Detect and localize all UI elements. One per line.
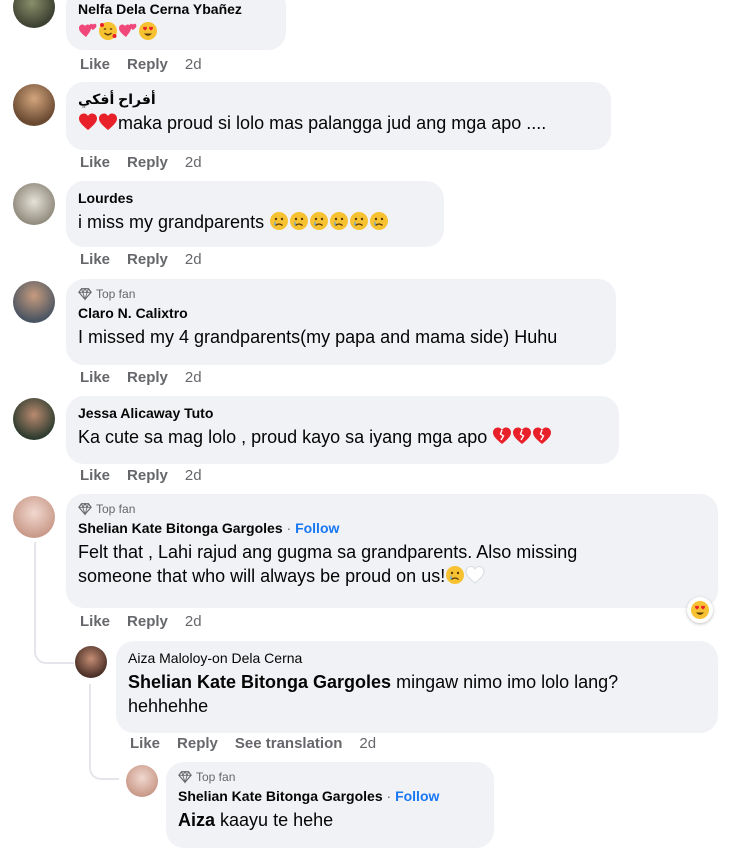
thread-connector [89, 752, 119, 780]
care-reaction-icon [690, 600, 710, 620]
like-button[interactable]: Like [80, 369, 110, 386]
reply-button[interactable]: Reply [127, 369, 168, 386]
see-translation-button[interactable]: See translation [235, 735, 343, 752]
top-fan-badge: Top fan [78, 287, 604, 301]
mending-heart-icon [512, 426, 532, 446]
avatar[interactable] [13, 183, 55, 225]
heart-eyes-icon [138, 21, 158, 41]
mention-link[interactable]: Shelian Kate Bitonga Gargoles [128, 672, 391, 692]
comment-text: Shelian Kate Bitonga Gargoles mingaw nim… [128, 672, 619, 716]
red-heart-icon [78, 112, 98, 132]
avatar[interactable] [13, 281, 55, 323]
crying-face-icon [369, 211, 389, 231]
comment-actions: Like Reply See translation 2d [130, 735, 376, 752]
comment-author[interactable]: Jessa Alicaway Tuto [78, 404, 607, 422]
comment-time[interactable]: 2d [185, 154, 202, 171]
comment-bubble: Aiza Maloloy-on Dela Cerna Shelian Kate … [116, 641, 718, 733]
comment-actions: Like Reply 2d [80, 251, 202, 268]
comment-bubble: Lourdes i miss my grandparents [66, 181, 444, 247]
comment-text [78, 20, 274, 44]
comment-author-line: Shelian Kate Bitonga Gargoles · Follow [78, 520, 340, 536]
comment-text: Ka cute sa mag lolo , proud kayo sa iyan… [78, 425, 607, 449]
white-heart-icon [465, 565, 485, 585]
like-button[interactable]: Like [80, 613, 110, 630]
reply-button[interactable]: Reply [127, 56, 168, 73]
comment-text: I missed my 4 grandparents(my papa and m… [78, 327, 558, 347]
reply-button[interactable]: Reply [127, 154, 168, 171]
avatar[interactable] [13, 496, 55, 538]
smiling-hearts-icon [98, 21, 118, 41]
two-hearts-icon [78, 21, 98, 41]
like-button[interactable]: Like [80, 251, 110, 268]
avatar[interactable] [13, 0, 55, 28]
like-button[interactable]: Like [130, 735, 160, 752]
thread-line [34, 542, 36, 637]
comment-actions: Like Reply 2d [80, 467, 202, 484]
thread-connector [34, 636, 74, 664]
diamond-icon [78, 502, 92, 516]
comment-author[interactable]: أفراح أفكي [78, 90, 599, 108]
top-fan-badge: Top fan [78, 502, 706, 516]
diamond-icon [78, 287, 92, 301]
crying-face-icon [349, 211, 369, 231]
diamond-icon [178, 770, 192, 784]
mending-heart-icon [532, 426, 552, 446]
comment-author[interactable]: Claro N. Calixtro [78, 304, 604, 322]
avatar[interactable] [13, 84, 55, 126]
two-hearts-icon [118, 21, 138, 41]
comment-actions: Like Reply 2d [80, 613, 202, 630]
reply-button[interactable]: Reply [127, 251, 168, 268]
mending-heart-icon [492, 426, 512, 446]
comment-time[interactable]: 2d [185, 613, 202, 630]
comment-actions: Like Reply 2d [80, 56, 202, 73]
comment-bubble: أفراح أفكي maka proud si lolo mas palang… [66, 82, 611, 150]
comment-author[interactable]: Shelian Kate Bitonga Gargoles [78, 520, 283, 536]
like-button[interactable]: Like [80, 467, 110, 484]
comment-time[interactable]: 2d [185, 56, 202, 73]
like-button[interactable]: Like [80, 56, 110, 73]
comment-time[interactable]: 2d [185, 369, 202, 386]
thread-line [89, 684, 91, 754]
avatar[interactable] [75, 646, 107, 678]
avatar[interactable] [126, 765, 158, 797]
follow-button[interactable]: Follow [395, 788, 439, 804]
comment-bubble: Top fan Shelian Kate Bitonga Gargoles · … [66, 494, 718, 608]
comment-bubble: Top fan Claro N. Calixtro I missed my 4 … [66, 279, 616, 365]
follow-button[interactable]: Follow [295, 520, 339, 536]
reply-button[interactable]: Reply [127, 467, 168, 484]
comment-time[interactable]: 2d [185, 251, 202, 268]
crying-face-icon [289, 211, 309, 231]
top-fan-badge: Top fan [178, 770, 482, 784]
crying-face-icon [309, 211, 329, 231]
crying-face-icon [269, 211, 289, 231]
comment-time[interactable]: 2d [185, 467, 202, 484]
comment-actions: Like Reply 2d [80, 154, 202, 171]
comment-text: maka proud si lolo mas palangga jud ang … [78, 111, 599, 135]
reply-button[interactable]: Reply [177, 735, 218, 752]
crying-face-icon [329, 211, 349, 231]
comment-text: Felt that , Lahi rajud ang gugma sa gran… [78, 542, 578, 586]
comment-bubble: Nelfa Dela Cerna Ybañez [66, 0, 286, 50]
comment-author[interactable]: Lourdes [78, 189, 432, 207]
like-button[interactable]: Like [80, 154, 110, 171]
crying-face-icon [445, 565, 465, 585]
comment-actions: Like Reply 2d [80, 369, 202, 386]
comment-bubble: Jessa Alicaway Tuto Ka cute sa mag lolo … [66, 396, 619, 464]
comment-bubble: Top fan Shelian Kate Bitonga Gargoles · … [166, 762, 494, 848]
avatar[interactable] [13, 398, 55, 440]
comment-author[interactable]: Shelian Kate Bitonga Gargoles [178, 788, 383, 804]
comment-time[interactable]: 2d [359, 735, 376, 752]
red-heart-icon [98, 112, 118, 132]
comment-author[interactable]: Nelfa Dela Cerna Ybañez [78, 0, 274, 18]
comment-text: Aiza kaayu te hehe [178, 810, 334, 830]
reaction-badge[interactable] [687, 597, 713, 623]
mention-link[interactable]: Aiza [178, 810, 215, 830]
reply-button[interactable]: Reply [127, 613, 168, 630]
comment-author[interactable]: Aiza Maloloy-on Dela Cerna [128, 649, 706, 667]
comment-text: i miss my grandparents [78, 210, 432, 234]
comment-author-line: Shelian Kate Bitonga Gargoles · Follow [178, 788, 440, 804]
